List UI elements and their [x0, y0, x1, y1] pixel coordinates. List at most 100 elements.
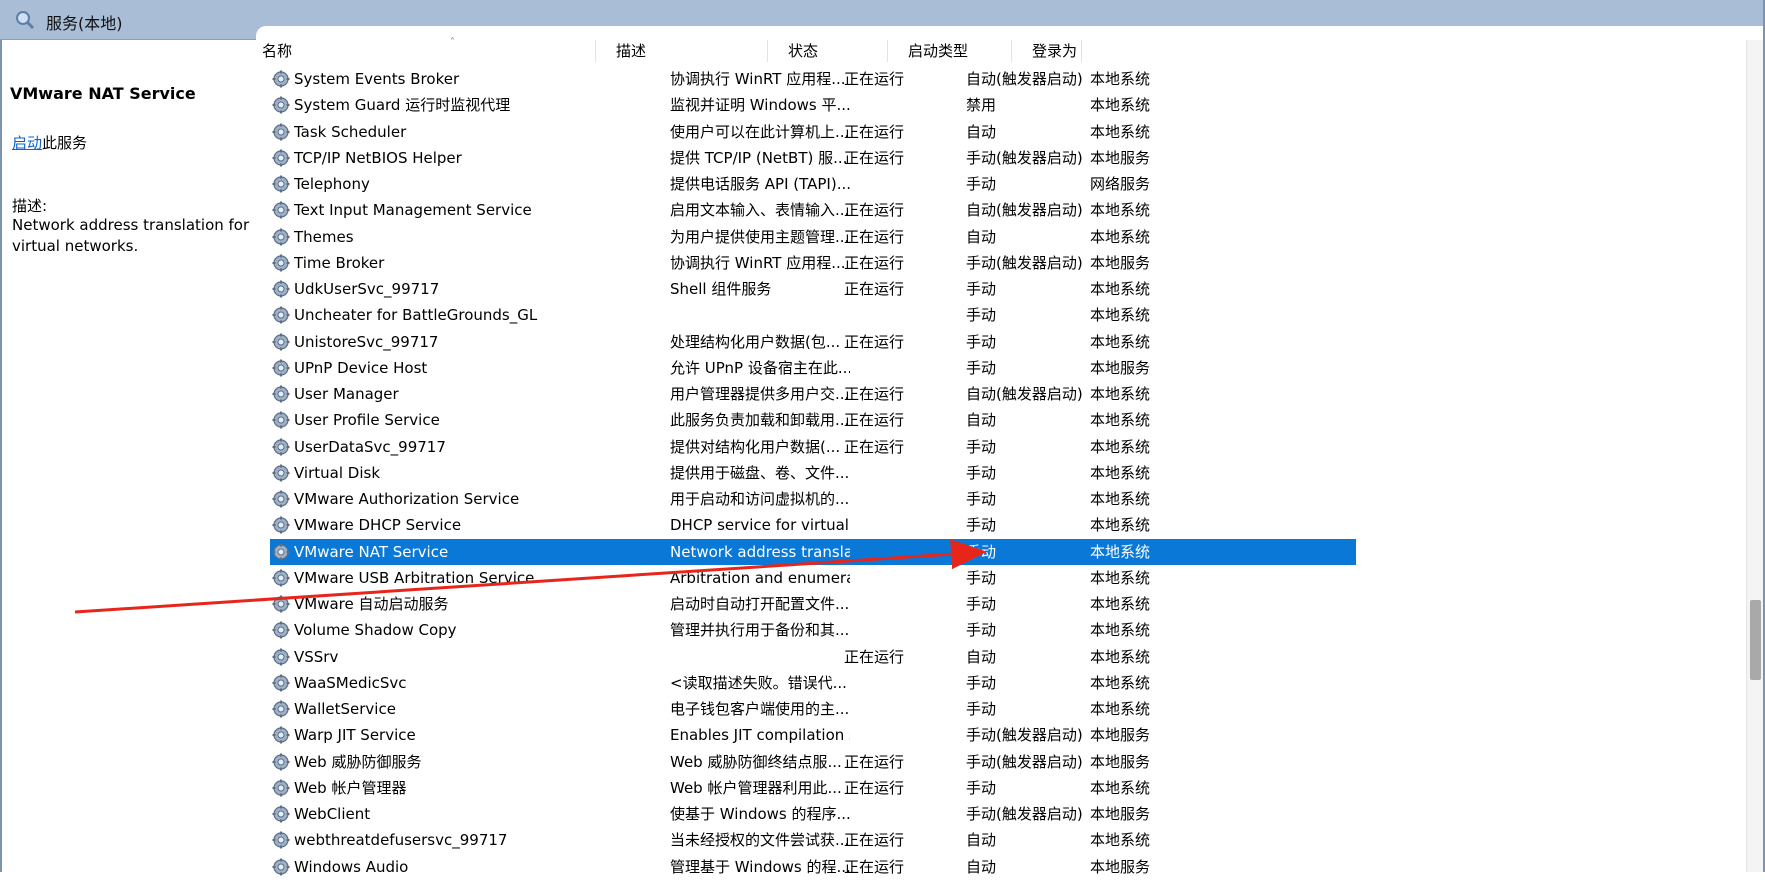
table-row[interactable]: UnistoreSvc_99717 处理结构化用户数据(包... 正在运行 手动 本地系… — [270, 329, 1356, 355]
cell-logon-as: 本地系统 — [1090, 332, 1151, 351]
service-gear-icon — [272, 648, 290, 666]
table-row[interactable]: Uncheater for BattleGrounds_GL 手动 本地系统 — [270, 302, 1356, 328]
table-row[interactable]: Telephony 提供电话服务 API (TAPI)... 手动 网络服务 — [270, 171, 1356, 197]
cell-name: WalletService — [294, 700, 396, 718]
table-row[interactable]: Text Input Management Service 启用文本输入、表情输入… — [270, 197, 1356, 223]
table-row[interactable]: WalletService 电子钱包客户端使用的主... 手动 本地系统 — [270, 696, 1356, 722]
cell-logon-as: 本地服务 — [1090, 726, 1151, 745]
cell-status: 正在运行 — [844, 332, 905, 351]
cell-description: <读取描述失败。错误代... — [670, 673, 847, 692]
cell-name: System Guard 运行时监视代理 — [294, 96, 511, 115]
service-gear-icon — [272, 831, 290, 849]
table-row[interactable]: VMware USB Arbitration Service Arbitratio… — [270, 565, 1356, 591]
cell-name: UserDataSvc_99717 — [294, 437, 446, 456]
selected-service-title: VMware NAT Service — [10, 84, 196, 103]
service-gear-icon — [272, 201, 290, 219]
table-row[interactable]: System Events Broker 协调执行 WinRT 应用程... 正在运… — [270, 66, 1356, 92]
scrollbar-thumb[interactable] — [1750, 600, 1761, 680]
column-header-description[interactable]: 描述 — [596, 40, 768, 62]
column-header-logon-as-label: 登录为 — [1032, 42, 1078, 60]
service-gear-icon — [272, 858, 290, 876]
services-magnifier-icon — [16, 11, 35, 30]
column-header-name[interactable]: 名称 ˄ — [242, 37, 596, 62]
cell-startup-type: 手动 — [966, 568, 997, 587]
cell-name: VMware 自动启动服务 — [294, 595, 449, 613]
table-row[interactable]: VSSrv 正在运行 自动 本地系统 — [270, 644, 1356, 670]
cell-status: 正在运行 — [844, 778, 905, 797]
cell-startup-type: 手动 — [966, 358, 997, 377]
cell-name: webthreatdefusersvc_99717 — [294, 831, 508, 850]
cell-description: 监视并证明 Windows 平... — [670, 96, 850, 115]
cell-status: 正在运行 — [844, 437, 905, 456]
cell-logon-as: 本地系统 — [1090, 96, 1151, 115]
table-row[interactable]: UdkUserSvc_99717 Shell 组件服务 正在运行 手动 本地系统 — [270, 276, 1356, 302]
service-gear-icon — [272, 385, 290, 403]
cell-startup-type: 自动 — [966, 831, 997, 850]
table-row[interactable]: Web 威胁防御服务 Web 威胁防御终结点服... 正在运行 手动(触发器启动) 本地… — [270, 749, 1356, 775]
cell-startup-type: 自动(触发器启动) — [966, 70, 1083, 88]
cell-name: TCP/IP NetBIOS Helper — [294, 148, 462, 167]
column-header-startup-type[interactable]: 启动类型 — [888, 40, 1012, 62]
cell-status: 正在运行 — [844, 201, 905, 220]
cell-startup-type: 手动 — [966, 463, 997, 482]
cell-logon-as: 本地系统 — [1090, 595, 1151, 613]
cell-logon-as: 本地服务 — [1090, 358, 1151, 377]
table-row[interactable]: WaaSMedicSvc <读取描述失败。错误代... 手动 本地系统 — [270, 670, 1356, 696]
table-row-selected[interactable]: VMware NAT Service Network address transl… — [270, 538, 1356, 565]
cell-name: UnistoreSvc_99717 — [294, 332, 439, 351]
table-row[interactable]: Windows Audio 管理基于 Windows 的程... 正在运行 自动 本地服… — [270, 854, 1356, 880]
table-row[interactable]: UPnP Device Host 允许 UPnP 设备宿主在此... 手动 本地服务 — [270, 355, 1356, 381]
cell-description: 协调执行 WinRT 应用程... — [670, 70, 846, 88]
table-row[interactable]: User Manager 用户管理器提供多用户交... 正在运行 自动(触发器启动) 本… — [270, 381, 1356, 407]
table-row[interactable]: VMware Authorization Service 用于启动和访问虚拟机的.… — [270, 486, 1356, 512]
cell-startup-type: 手动 — [966, 542, 997, 561]
cell-name: Windows Audio — [294, 857, 409, 876]
cell-name: Web 威胁防御服务 — [294, 752, 422, 771]
cell-description: 允许 UPnP 设备宿主在此... — [670, 358, 850, 377]
table-row[interactable]: Warp JIT Service Enables JIT compilation … — [270, 722, 1356, 748]
table-row[interactable]: VMware DHCP Service DHCP service for virt… — [270, 512, 1356, 538]
table-row[interactable]: Web 帐户管理器 Web 帐户管理器利用此... 正在运行 手动 本地系统 — [270, 775, 1356, 801]
cell-description: 启动时自动打开配置文件... — [670, 595, 850, 613]
table-row[interactable]: Themes 为用户提供使用主题管理... 正在运行 自动 本地系统 — [270, 224, 1356, 250]
table-row[interactable]: UserDataSvc_99717 提供对结构化用户数据(... 正在运行 手动 本地系… — [270, 434, 1356, 460]
table-row[interactable]: TCP/IP NetBIOS Helper 提供 TCP/IP (NetBT) 服… — [270, 145, 1356, 171]
service-gear-icon — [272, 753, 290, 771]
table-row[interactable]: webthreatdefusersvc_99717 当未经授权的文件尝试获... 正… — [270, 827, 1356, 853]
column-header-status[interactable]: 状态 — [768, 40, 888, 62]
table-row[interactable]: Volume Shadow Copy 管理并执行用于备份和其... 手动 本地系统 — [270, 617, 1356, 643]
cell-logon-as: 本地系统 — [1090, 411, 1151, 430]
service-gear-icon — [272, 569, 290, 587]
cell-startup-type: 手动 — [966, 280, 997, 298]
cell-description: 处理结构化用户数据(包... — [670, 332, 841, 351]
cell-startup-type: 自动(触发器启动) — [966, 201, 1083, 220]
cell-description: 使基于 Windows 的程序... — [670, 805, 850, 823]
cell-description: 提供对结构化用户数据(... — [670, 437, 841, 456]
cell-description: 管理并执行用于备份和其... — [670, 621, 850, 640]
cell-name: VSSrv — [294, 647, 339, 666]
cell-name: Themes — [294, 227, 354, 246]
cell-logon-as: 本地服务 — [1090, 148, 1151, 167]
cell-description: 用户管理器提供多用户交... — [670, 385, 850, 403]
cell-status: 正在运行 — [844, 647, 905, 666]
column-header-logon-as[interactable]: 登录为 — [1012, 40, 1082, 62]
column-header-status-label: 状态 — [788, 42, 819, 60]
cell-startup-type: 自动 — [966, 411, 997, 430]
cell-status: 正在运行 — [844, 148, 905, 167]
column-header-name-label: 名称 — [262, 42, 293, 60]
table-row[interactable]: System Guard 运行时监视代理 监视并证明 Windows 平... 禁用… — [270, 92, 1356, 118]
service-gear-icon — [272, 280, 290, 298]
cell-name: VMware NAT Service — [294, 542, 449, 561]
cell-description: 协调执行 WinRT 应用程... — [670, 253, 846, 272]
table-row[interactable]: WebClient 使基于 Windows 的程序... 手动(触发器启动) 本地服务 — [270, 801, 1356, 827]
cell-logon-as: 本地系统 — [1090, 542, 1151, 561]
table-row[interactable]: Time Broker 协调执行 WinRT 应用程... 正在运行 手动(触发器启动… — [270, 250, 1356, 276]
start-service-link[interactable]: 启动 — [12, 134, 42, 152]
cell-startup-type: 手动(触发器启动) — [966, 253, 1083, 272]
table-row[interactable]: Virtual Disk 提供用于磁盘、卷、文件... 手动 本地系统 — [270, 460, 1356, 486]
table-row[interactable]: User Profile Service 此服务负责加载和卸载用... 正在运行 自动… — [270, 407, 1356, 433]
table-row[interactable]: Task Scheduler 使用户可以在此计算机上... 正在运行 自动 本地系统 — [270, 119, 1356, 145]
table-row[interactable]: VMware 自动启动服务 启动时自动打开配置文件... 手动 本地系统 — [270, 591, 1356, 617]
sort-ascending-icon: ˄ — [450, 37, 455, 48]
cell-description: 此服务负责加载和卸载用... — [670, 411, 850, 430]
